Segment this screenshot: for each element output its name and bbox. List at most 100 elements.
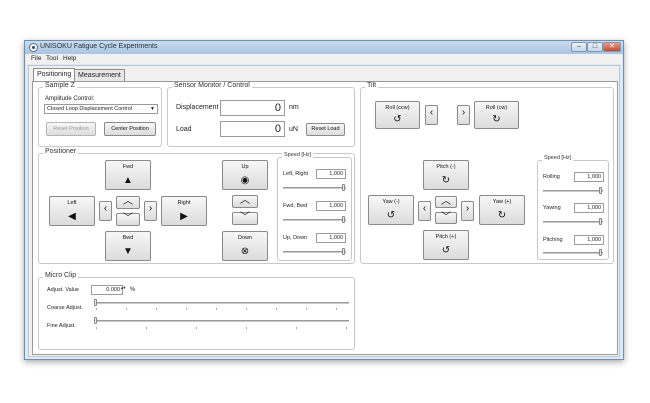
pitch-up-button[interactable]: ︿: [435, 196, 457, 208]
coarse-adjust-slider-thumb[interactable]: [94, 299, 97, 306]
rolling-slider-thumb[interactable]: [599, 187, 602, 194]
arrow-down-icon: ▼: [123, 246, 133, 257]
positioning-panel: Sample Z Amplitude Control: Closed Loop …: [32, 81, 618, 355]
tilt-speed-group: Speed [Hz] Rolling 1,000 Yawing 1,000 Pi…: [537, 155, 609, 260]
bwd-label: Bwd: [122, 235, 134, 241]
left-right-slider-thumb[interactable]: [342, 184, 345, 191]
reset-load-button[interactable]: Reset Load: [306, 123, 345, 136]
pitch-plus-button[interactable]: Pitch (+) ↺: [423, 230, 469, 260]
menu-help[interactable]: Help: [63, 55, 76, 62]
cross-circle-icon: ⊗: [240, 246, 250, 257]
load-field[interactable]: 0: [220, 121, 285, 137]
close-button[interactable]: ✕: [603, 42, 621, 52]
tab-measurement[interactable]: Measurement: [74, 69, 125, 81]
coarse-tick: [156, 308, 157, 310]
minimize-button[interactable]: –: [571, 42, 587, 52]
fwd-bwd-speed-field[interactable]: 1,000: [316, 201, 346, 211]
fine-adjust-label: Fine Adjust.: [47, 323, 76, 329]
sample-z-title: Sample Z: [43, 82, 77, 89]
roll-left-button[interactable]: ‹: [425, 105, 438, 125]
fine-tick: [96, 327, 97, 329]
coarse-adjust-slider-track[interactable]: [94, 302, 349, 304]
yaw-right-button[interactable]: ›: [461, 201, 474, 221]
amplitude-control-value: Closed Loop Displacement Control: [47, 106, 132, 112]
tab-positioning[interactable]: Positioning: [33, 68, 76, 82]
roll-ccw-button[interactable]: Roll (ccw) ↺: [375, 101, 420, 129]
menu-tool[interactable]: Tool: [46, 55, 58, 62]
app-window: UNISOKU Fatigue Cycle Experiments – □ ✕ …: [24, 40, 624, 360]
rotate-cw-icon: ↻: [492, 114, 501, 125]
left-right-slider-track[interactable]: [283, 187, 346, 189]
up-down-slider-thumb[interactable]: [342, 248, 345, 255]
rotate-ccw-icon: ↺: [393, 114, 402, 125]
step-up-button[interactable]: ︿: [232, 195, 258, 208]
title-bar[interactable]: UNISOKU Fatigue Cycle Experiments – □ ✕: [25, 41, 623, 54]
step-left-button[interactable]: ‹: [99, 201, 112, 221]
step-down-button[interactable]: ﹀: [232, 212, 258, 225]
pitch-down-button[interactable]: ﹀: [435, 212, 457, 224]
pitching-slider-track[interactable]: [543, 252, 603, 254]
positioner-speed-group: Speed [Hz] Left, Right 1,000 Fwd, Bwd 1,…: [277, 152, 352, 261]
pitching-label: Pitching: [543, 237, 563, 243]
load-label: Load: [176, 126, 192, 133]
menu-file[interactable]: File: [31, 55, 41, 62]
yawing-slider-thumb[interactable]: [599, 218, 602, 225]
pitching-slider-thumb[interactable]: [599, 249, 602, 256]
roll-cw-label: Roll (cw): [485, 105, 508, 111]
yaw-plus-button[interactable]: Yaw (+) ↻: [479, 195, 525, 225]
fine-adjust-slider-thumb[interactable]: [94, 317, 97, 324]
fwd-bwd-slider-thumb[interactable]: [342, 216, 345, 223]
rolling-speed-field[interactable]: 1,000: [574, 172, 604, 182]
displacement-field[interactable]: 0: [220, 100, 285, 116]
arrow-left-icon: ◀: [68, 211, 76, 222]
roll-ccw-label: Roll (ccw): [385, 105, 410, 111]
roll-right-button[interactable]: ›: [457, 105, 470, 125]
yaw-minus-button[interactable]: Yaw (-) ↺: [368, 195, 414, 225]
adjust-value-field[interactable]: 0.000: [91, 285, 123, 295]
fwd-button[interactable]: Fwd ▲: [105, 160, 151, 190]
coarse-tick: [216, 308, 217, 310]
coarse-tick: [246, 308, 247, 310]
yawing-slider-track[interactable]: [543, 221, 603, 223]
arrow-right-icon: ▶: [180, 211, 188, 222]
bwd-button[interactable]: Bwd ▼: [105, 231, 151, 261]
coarse-tick: [96, 308, 97, 310]
target-icon: ◉: [240, 175, 250, 186]
step-fwd-button[interactable]: ︿: [116, 196, 140, 209]
yawing-speed-field[interactable]: 1,000: [574, 203, 604, 213]
adjust-value-spinner[interactable]: ▴▾: [121, 285, 127, 290]
sensor-monitor-title: Sensor Monitor / Control: [172, 82, 252, 89]
up-label: Up: [241, 164, 249, 170]
step-right-button[interactable]: ›: [144, 201, 157, 221]
right-button[interactable]: Right ▶: [161, 196, 207, 226]
up-down-slider-track[interactable]: [283, 251, 346, 253]
left-button[interactable]: Left ◀: [49, 196, 95, 226]
pitching-speed-field[interactable]: 1,000: [574, 235, 604, 245]
reset-position-button[interactable]: Reset Position: [46, 122, 96, 136]
rotate-cw-icon: ↻: [497, 210, 507, 221]
maximize-button[interactable]: □: [587, 42, 603, 52]
yaw-left-button[interactable]: ‹: [418, 201, 431, 221]
left-right-speed-field[interactable]: 1,000: [316, 169, 346, 179]
up-button[interactable]: Up ◉: [222, 160, 268, 190]
pitch-minus-button[interactable]: Pitch (-) ↻: [423, 160, 469, 190]
pitch-plus-label: Pitch (+): [435, 234, 457, 240]
down-label: Down: [237, 235, 253, 241]
fwd-bwd-slider-track[interactable]: [283, 219, 346, 221]
step-bwd-button[interactable]: ﹀: [116, 213, 140, 226]
chevron-down-icon: ▼: [150, 106, 155, 112]
tilt-speed-title: Speed [Hz]: [542, 155, 574, 161]
fine-adjust-slider-track[interactable]: [94, 320, 349, 322]
displacement-unit: nm: [289, 104, 299, 111]
down-button[interactable]: Down ⊗: [222, 231, 268, 261]
up-down-speed-field[interactable]: 1,000: [316, 233, 346, 243]
micro-clip-title: Micro Clip: [43, 272, 79, 279]
fine-tick: [146, 327, 147, 329]
amplitude-control-select[interactable]: Closed Loop Displacement Control ▼: [44, 104, 158, 114]
rolling-slider-track[interactable]: [543, 190, 603, 192]
roll-cw-button[interactable]: Roll (cw) ↻: [474, 101, 519, 129]
center-position-button[interactable]: Center Position: [104, 122, 156, 136]
tilt-group: Tilt Roll (ccw) ↺ ‹ › Roll (cw) ↻ Pitch …: [360, 82, 614, 264]
positioner-group: Positioner Fwd ▲ Left ◀ ‹ ︿ ﹀ › Right ▶: [38, 148, 355, 264]
menu-bar: File Tool Help: [26, 54, 622, 64]
